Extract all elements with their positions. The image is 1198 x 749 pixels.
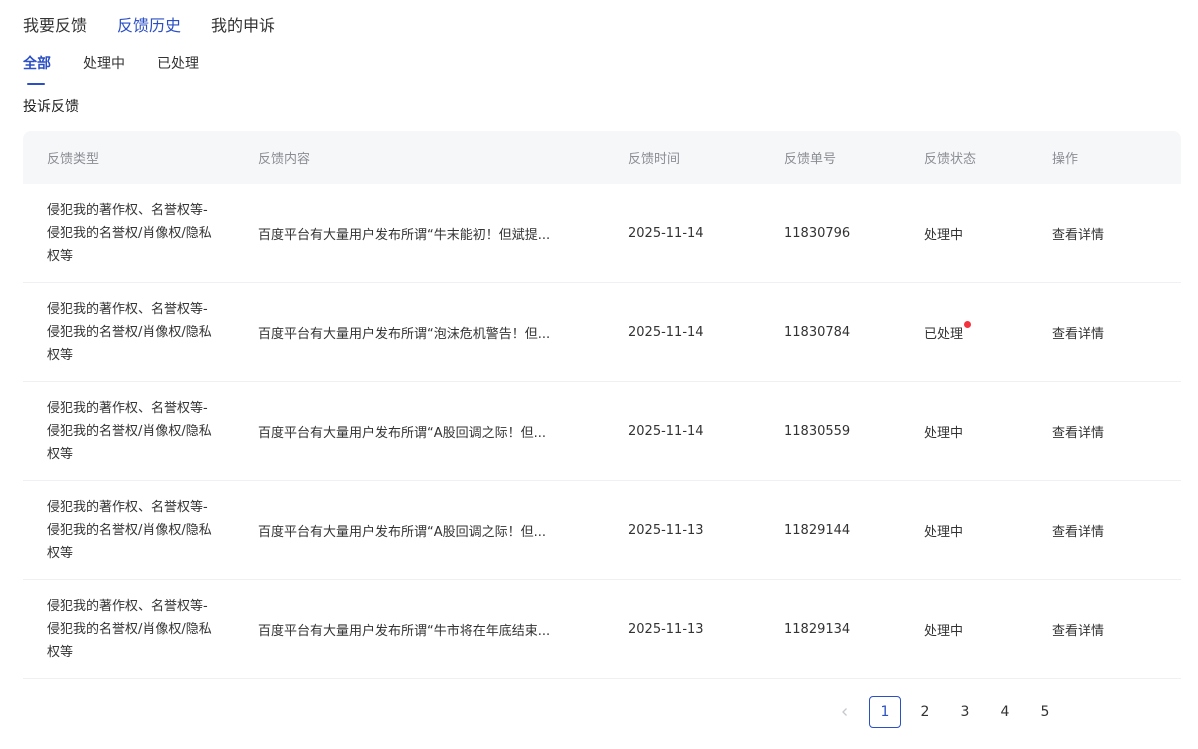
subtab-all[interactable]: 全部 [23,53,51,85]
status-text: 处理中 [924,524,964,540]
subtab-processed[interactable]: 已处理 [157,53,199,75]
tab-my-appeals[interactable]: 我的申诉 [211,14,275,38]
section-title: 投诉反馈 [23,99,79,115]
cell-type: 侵犯我的著作权、名誉权等-侵犯我的名誉权/肖像权/隐私权等 [47,499,212,561]
status-text: 处理中 [924,623,964,639]
red-dot-icon [964,320,972,328]
header-type: 反馈类型 [47,152,100,167]
cell-action: 查看详情 [1052,521,1181,540]
cell-type: 侵犯我的著作权、名誉权等-侵犯我的名誉权/肖像权/隐私权等 [47,598,212,660]
cell-time: 2025-11-13 [628,522,704,538]
view-details-link[interactable]: 查看详情 [1052,228,1104,243]
status-wrap: 已处理 [924,320,972,342]
table-header: 反馈类型 反馈内容 反馈时间 反馈单号 反馈状态 操作 [23,131,1181,184]
cell-id: 11830784 [784,324,851,340]
cell-time: 2025-11-14 [628,225,704,241]
view-details-link[interactable]: 查看详情 [1052,327,1104,342]
status-text: 处理中 [924,227,964,243]
table-row: 侵犯我的著作权、名誉权等-侵犯我的名誉权/肖像权/隐私权等 百度平台有大量用户发… [23,382,1181,481]
table-row: 侵犯我的著作权、名誉权等-侵犯我的名誉权/肖像权/隐私权等 百度平台有大量用户发… [23,184,1181,283]
status-text: 处理中 [924,425,964,441]
cell-status: 处理中 [924,620,1052,639]
cell-id: 11829144 [784,522,851,538]
page-5-button[interactable]: 5 [1029,696,1061,728]
top-tabs: 我要反馈 反馈历史 我的申诉 [23,14,305,38]
cell-content: 百度平台有大量用户发布所谓“泡沫危机警告！但... [258,326,551,342]
header-status: 反馈状态 [924,152,977,167]
table-row: 侵犯我的著作权、名誉权等-侵犯我的名誉权/肖像权/隐私权等 百度平台有大量用户发… [23,481,1181,580]
cell-action: 查看详情 [1052,620,1181,639]
view-details-link[interactable]: 查看详情 [1052,426,1104,441]
cell-content: 百度平台有大量用户发布所谓“牛末能初！但斌提... [258,227,551,243]
page-4-button[interactable]: 4 [989,696,1021,728]
page-3-button[interactable]: 3 [949,696,981,728]
pagination: 1 2 3 4 5 [829,696,1069,728]
header-id: 反馈单号 [784,152,837,167]
feedback-table: 反馈类型 反馈内容 反馈时间 反馈单号 反馈状态 操作 侵犯我的著作权、名誉权等… [23,131,1181,679]
cell-content: 百度平台有大量用户发布所谓“A股回调之际！但... [258,524,547,540]
header-content: 反馈内容 [258,152,311,167]
view-details-link[interactable]: 查看详情 [1052,624,1104,639]
header-action: 操作 [1052,152,1079,167]
feedback-history-page: 我要反馈 反馈历史 我的申诉 全部 处理中 已处理 投诉反馈 反馈类型 反馈内容… [0,0,1198,749]
cell-status: 处理中 [924,422,1052,441]
tab-feedback-history[interactable]: 反馈历史 [117,14,181,38]
cell-content: 百度平台有大量用户发布所谓“牛市将在年底结束... [258,623,551,639]
chevron-left-icon [842,708,847,716]
cell-status: 处理中 [924,224,1052,243]
cell-status: 处理中 [924,521,1052,540]
cell-status: 已处理 [924,320,1052,342]
header-time: 反馈时间 [628,152,681,167]
subtab-processing[interactable]: 处理中 [83,53,125,75]
status-text: 已处理 [924,326,964,342]
cell-time: 2025-11-13 [628,621,704,637]
table-row: 侵犯我的著作权、名誉权等-侵犯我的名誉权/肖像权/隐私权等 百度平台有大量用户发… [23,283,1181,382]
cell-action: 查看详情 [1052,224,1181,243]
active-tab-indicator [27,83,45,85]
cell-content: 百度平台有大量用户发布所谓“A股回调之际！但... [258,425,547,441]
prev-page-button[interactable] [829,696,861,728]
cell-time: 2025-11-14 [628,324,704,340]
cell-action: 查看详情 [1052,323,1181,342]
cell-id: 11830559 [784,423,851,439]
cell-id: 11829134 [784,621,851,637]
page-1-button[interactable]: 1 [869,696,901,728]
cell-type: 侵犯我的著作权、名誉权等-侵犯我的名誉权/肖像权/隐私权等 [47,400,212,462]
cell-type: 侵犯我的著作权、名誉权等-侵犯我的名誉权/肖像权/隐私权等 [47,202,212,264]
tab-submit-feedback[interactable]: 我要反馈 [23,14,87,38]
table-row: 侵犯我的著作权、名誉权等-侵犯我的名誉权/肖像权/隐私权等 百度平台有大量用户发… [23,580,1181,679]
subtab-all-label: 全部 [23,56,51,72]
page-2-button[interactable]: 2 [909,696,941,728]
view-details-link[interactable]: 查看详情 [1052,525,1104,540]
cell-type: 侵犯我的著作权、名誉权等-侵犯我的名誉权/肖像权/隐私权等 [47,301,212,363]
cell-action: 查看详情 [1052,422,1181,441]
sub-tabs: 全部 处理中 已处理 [23,53,231,85]
cell-time: 2025-11-14 [628,423,704,439]
cell-id: 11830796 [784,225,851,241]
